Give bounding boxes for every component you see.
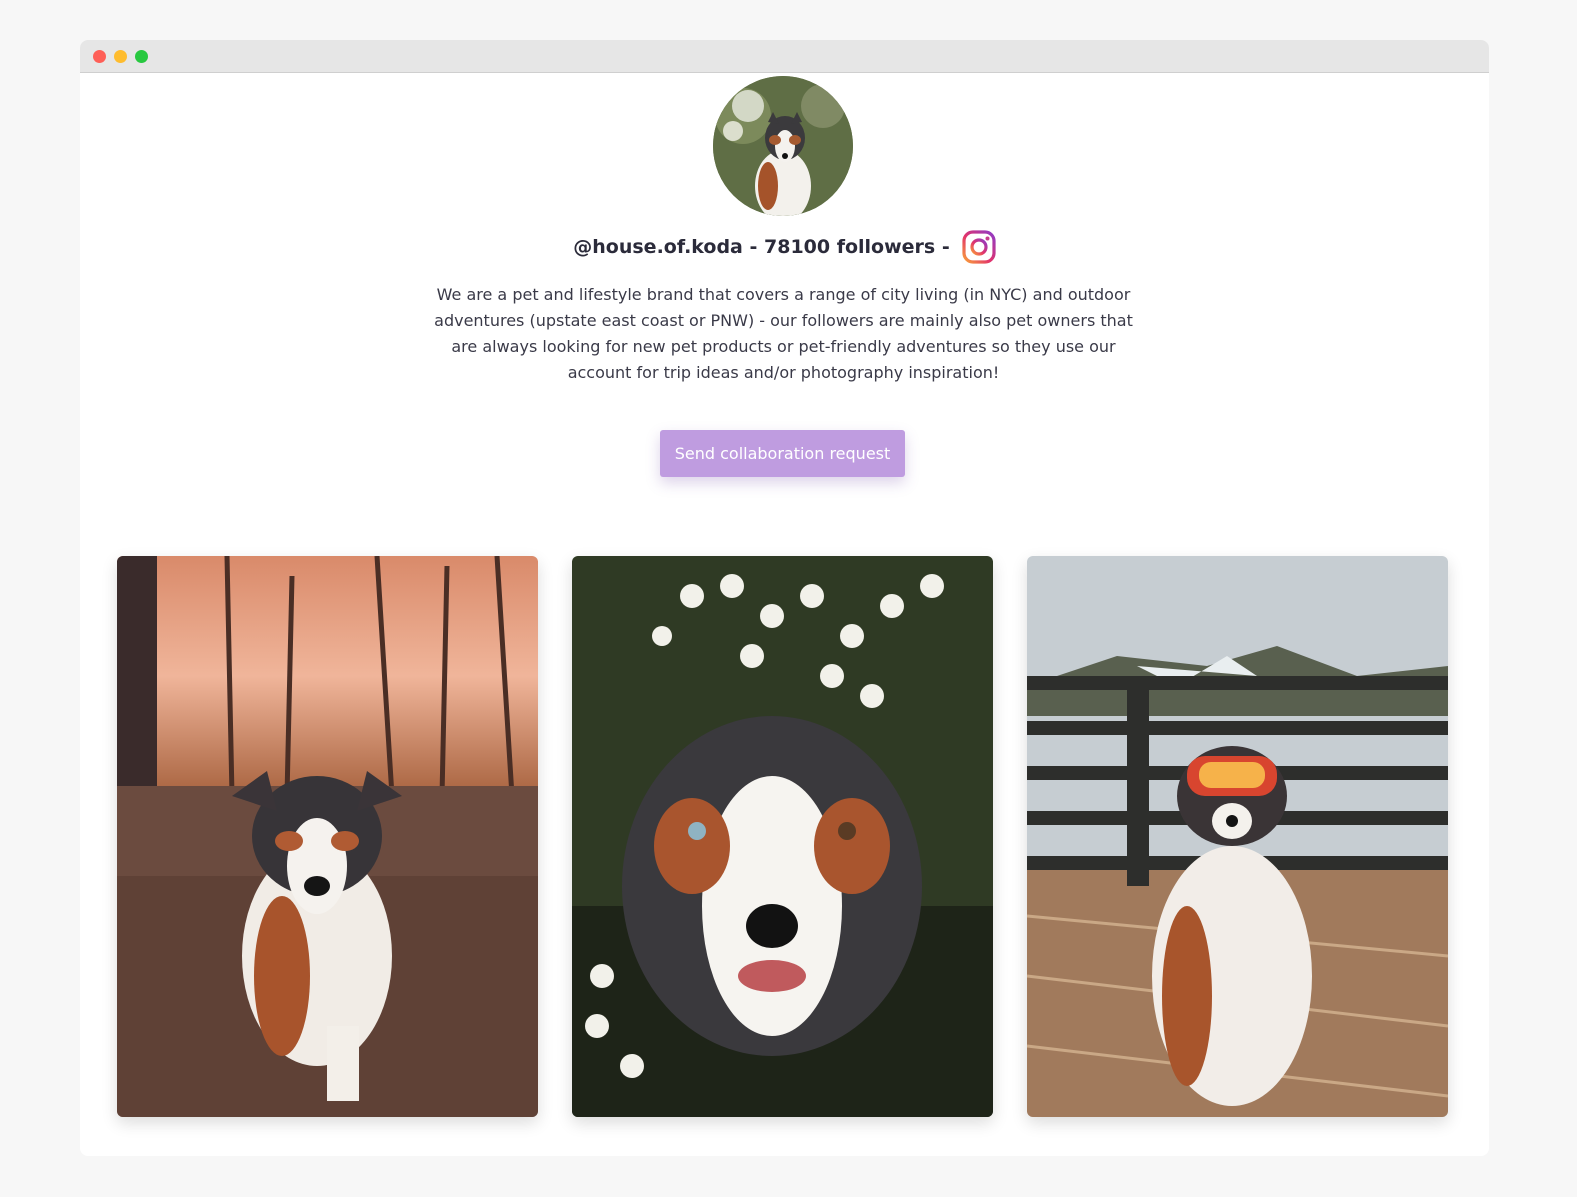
maximize-window-icon[interactable] xyxy=(135,49,148,63)
minimize-window-icon[interactable] xyxy=(114,49,127,63)
instagram-icon[interactable] xyxy=(962,230,996,264)
window-titlebar xyxy=(80,40,1489,73)
photo-gallery xyxy=(117,556,1448,1117)
dog-goggles-deck-photo xyxy=(1027,556,1448,1117)
browser-window: @house.of.koda - 78100 followers - We ar… xyxy=(80,40,1489,1156)
profile-bio: We are a pet and lifestyle brand that co… xyxy=(434,285,1133,382)
dog-sunset-photo xyxy=(117,556,538,1117)
dog-flowers-photo xyxy=(572,556,993,1117)
close-window-icon[interactable] xyxy=(93,49,106,63)
profile-avatar xyxy=(713,76,853,216)
gallery-photo[interactable] xyxy=(117,556,538,1117)
dog-avatar-icon xyxy=(713,76,853,216)
send-collaboration-request-button[interactable]: Send collaboration request xyxy=(660,430,905,477)
profile-handle-row: @house.of.koda - 78100 followers - xyxy=(80,230,1489,264)
profile-handle: @house.of.koda - 78100 followers - xyxy=(573,236,950,258)
gallery-photo[interactable] xyxy=(572,556,993,1117)
gallery-photo[interactable] xyxy=(1027,556,1448,1117)
